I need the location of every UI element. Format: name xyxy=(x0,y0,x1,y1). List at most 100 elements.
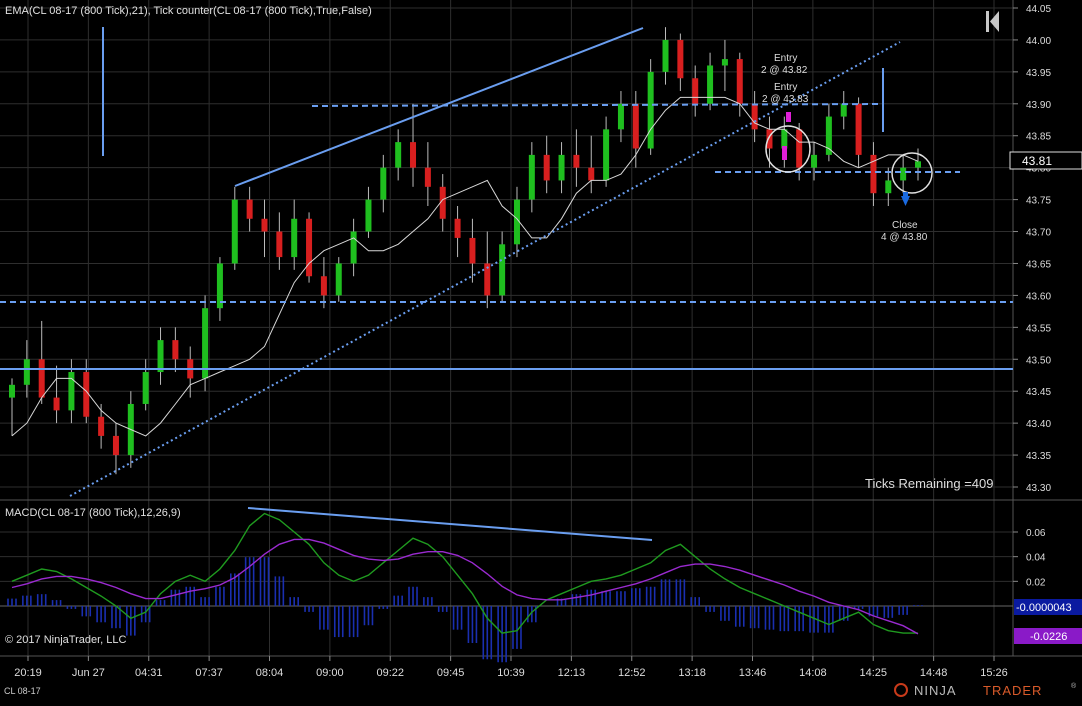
candle-body[interactable] xyxy=(573,154,580,168)
candle-body[interactable] xyxy=(98,416,105,436)
time-tick-label: 04:31 xyxy=(135,667,163,679)
last-price-value: 43.81 xyxy=(1022,154,1052,168)
macd-tick-label: 0.02 xyxy=(1026,577,1046,588)
time-tick-label: 14:08 xyxy=(799,667,827,679)
time-tick-label: 13:46 xyxy=(739,667,767,679)
candle-body[interactable] xyxy=(558,154,565,181)
candle-body[interactable] xyxy=(424,167,431,187)
annotation-close-detail: 4 @ 43.80 xyxy=(881,232,928,243)
annotation-entry-2-detail: 2 @ 43.83 xyxy=(762,94,809,105)
candle-body[interactable] xyxy=(543,154,550,181)
time-tick-label: Jun 27 xyxy=(72,667,105,679)
candle-body[interactable] xyxy=(840,103,847,117)
candle-body[interactable] xyxy=(365,199,372,232)
avg-value: -0.0226 xyxy=(1030,631,1067,643)
time-tick-label: 09:22 xyxy=(376,667,404,679)
candle-body[interactable] xyxy=(395,142,402,168)
candle-body[interactable] xyxy=(885,180,892,194)
price-tick-label: 43.35 xyxy=(1026,451,1051,462)
tick-counter-text: Ticks Remaining =409 xyxy=(865,476,994,491)
candle-body[interactable] xyxy=(647,71,654,149)
candle-body[interactable] xyxy=(380,167,387,200)
candle-body[interactable] xyxy=(707,65,714,104)
chart-canvas[interactable]: 44.0544.0043.9543.9043.8543.8043.7543.70… xyxy=(0,0,1082,701)
candle-body[interactable] xyxy=(350,231,357,264)
macd-tick-label: 0.04 xyxy=(1026,553,1046,564)
annotation-entry-1-detail: 2 @ 43.82 xyxy=(761,65,808,76)
time-tick-label: 14:25 xyxy=(859,667,887,679)
price-tick-label: 43.90 xyxy=(1026,100,1051,111)
candle-body[interactable] xyxy=(320,276,327,296)
price-tick-label: 43.50 xyxy=(1026,355,1051,366)
close-marker[interactable] xyxy=(903,192,908,198)
candle-body[interactable] xyxy=(632,103,639,149)
time-tick-label: 08:04 xyxy=(256,667,284,679)
entry-marker[interactable] xyxy=(782,146,787,160)
svg-text:TRADER: TRADER xyxy=(983,683,1042,698)
time-tick-label: 10:39 xyxy=(497,667,525,679)
candle-body[interactable] xyxy=(796,129,803,168)
time-tick-label: 20:19 xyxy=(14,667,42,679)
time-tick-label: 15:26 xyxy=(980,667,1008,679)
svg-text:NINJA: NINJA xyxy=(914,683,957,698)
time-tick-label: 14:48 xyxy=(920,667,948,679)
candle-body[interactable] xyxy=(112,435,119,456)
candle-body[interactable] xyxy=(677,39,684,79)
price-tick-label: 44.05 xyxy=(1026,4,1051,15)
candle-body[interactable] xyxy=(692,78,699,104)
candle-body[interactable] xyxy=(231,199,238,264)
time-tick-label: 09:00 xyxy=(316,667,344,679)
candle-body[interactable] xyxy=(276,231,283,258)
candle-body[interactable] xyxy=(781,129,788,149)
price-tick-label: 43.75 xyxy=(1026,196,1051,207)
candle-body[interactable] xyxy=(410,142,417,168)
time-tick-label: 12:52 xyxy=(618,667,646,679)
candle-body[interactable] xyxy=(588,167,595,181)
candle-body[interactable] xyxy=(306,218,313,277)
price-tick-label: 43.95 xyxy=(1026,68,1051,79)
candle-body[interactable] xyxy=(202,308,209,379)
candle-body[interactable] xyxy=(603,129,610,181)
candle-body[interactable] xyxy=(736,59,743,104)
candle-body[interactable] xyxy=(751,103,758,130)
candle-body[interactable] xyxy=(172,340,179,360)
candle-body[interactable] xyxy=(469,237,476,264)
price-tick-label: 43.70 xyxy=(1026,228,1051,239)
price-tick-label: 43.30 xyxy=(1026,483,1051,494)
candle-body[interactable] xyxy=(499,244,506,296)
instrument-label: CL 08-17 xyxy=(4,686,41,696)
candle-body[interactable] xyxy=(142,372,149,404)
time-tick-label: 07:37 xyxy=(195,667,223,679)
candle-body[interactable] xyxy=(617,103,624,130)
price-tick-label: 43.55 xyxy=(1026,323,1051,334)
candle-body[interactable] xyxy=(811,154,818,168)
price-tick-label: 43.40 xyxy=(1026,419,1051,430)
candle-body[interactable] xyxy=(454,218,461,238)
candle-body[interactable] xyxy=(662,39,669,72)
candle-body[interactable] xyxy=(23,359,30,385)
candle-body[interactable] xyxy=(900,167,907,181)
candle-body[interactable] xyxy=(335,263,342,296)
candle-body[interactable] xyxy=(855,103,862,155)
annotation-close-label: Close xyxy=(892,220,918,231)
entry-marker[interactable] xyxy=(786,112,791,122)
candle-body[interactable] xyxy=(9,384,15,398)
candle-body[interactable] xyxy=(53,397,60,411)
indicator-label: EMA(CL 08-17 (800 Tick),21), Tick counte… xyxy=(5,5,372,17)
candle-body[interactable] xyxy=(157,340,164,373)
candle-body[interactable] xyxy=(68,372,75,411)
candle-body[interactable] xyxy=(246,199,253,219)
chart-window: 44.0544.0043.9543.9043.8543.8043.7543.70… xyxy=(0,0,1082,701)
candle-body[interactable] xyxy=(38,359,45,398)
candle-body[interactable] xyxy=(291,218,298,258)
candle-body[interactable] xyxy=(721,59,728,66)
candle-body[interactable] xyxy=(915,161,921,168)
candle-body[interactable] xyxy=(528,154,535,200)
time-tick-label: 12:13 xyxy=(558,667,586,679)
copyright-text: © 2017 NinjaTrader, LLC xyxy=(5,634,126,646)
price-tick-label: 43.65 xyxy=(1026,259,1051,270)
time-tick-label: 09:45 xyxy=(437,667,465,679)
time-tick-label: 13:18 xyxy=(678,667,706,679)
price-tick-label: 44.00 xyxy=(1026,36,1051,47)
candle-body[interactable] xyxy=(261,218,268,232)
